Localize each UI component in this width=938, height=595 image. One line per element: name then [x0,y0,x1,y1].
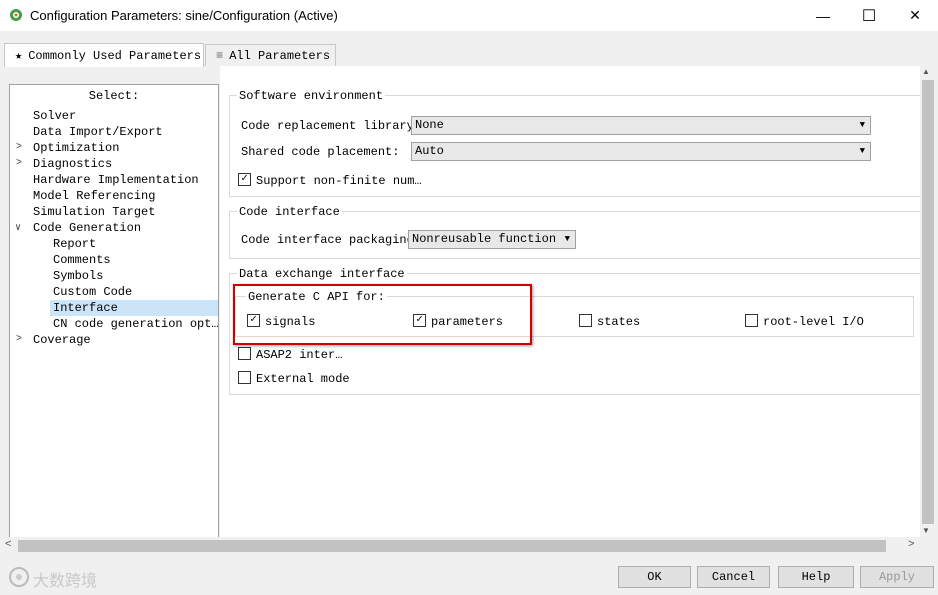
tree-item-hardware-implementation[interactable]: Hardware Implementation [33,172,199,188]
list-icon: ≡ [216,48,224,63]
cancel-button[interactable]: Cancel [697,566,770,588]
tree-item-report[interactable]: Report [53,236,96,252]
window-title: Configuration Parameters: sine/Configura… [30,8,338,23]
nonfinite-checkbox[interactable]: ✓ [238,173,251,186]
tab-label: All Parameters [229,48,331,63]
scroll-right-icon[interactable]: > [908,538,914,550]
tree-item-code-generation[interactable]: Code Generation [33,220,141,236]
asap2-label: ASAP2 inter… [256,348,343,362]
tree-item-custom-code[interactable]: Custom Code [53,284,132,300]
close-button[interactable]: ✕ [892,0,938,31]
chevron-right-icon[interactable]: > [16,142,22,153]
scroll-down-icon[interactable]: ▼ [922,526,930,535]
tree-item-cn-code-generation[interactable]: CN code generation opt… [53,316,219,332]
vertical-scroll-thumb[interactable] [922,80,934,524]
group-border [229,211,230,258]
horizontal-scroll-thumb[interactable] [18,540,886,552]
code-replacement-select[interactable]: None ▼ [411,116,871,135]
tree-item-interface[interactable]: Interface [50,300,218,316]
tab-all-parameters[interactable]: ≡ All Parameters [205,44,336,66]
tree-item-coverage[interactable]: Coverage [33,332,91,348]
shared-code-select[interactable]: Auto ▼ [411,142,871,161]
group-border [229,258,920,259]
title-bar: Configuration Parameters: sine/Configura… [0,0,938,31]
ok-button[interactable]: OK [618,566,691,588]
scroll-left-icon[interactable]: < [5,538,11,550]
packaging-value: Nonreusable function [412,232,557,246]
subgroup-border [913,296,914,336]
shared-code-value: Auto [415,144,444,158]
dropdown-arrow-icon: ▼ [859,120,865,130]
external-mode-label: External mode [256,372,350,386]
chevron-down-icon[interactable]: ∨ [15,222,21,234]
maximize-button[interactable]: ☐ [846,0,892,31]
code-replacement-value: None [415,118,444,132]
shared-code-label: Shared code placement: [241,145,400,159]
data-exchange-legend: Data exchange interface [237,267,407,281]
root-io-checkbox[interactable] [745,314,758,327]
tree-item-comments[interactable]: Comments [53,252,111,268]
states-label: states [597,315,641,329]
minimize-button[interactable]: — [800,0,846,31]
group-border [229,95,230,196]
chevron-right-icon[interactable]: > [16,334,22,345]
group-border [229,273,230,394]
tree-panel: Select: Solver Data Import/Export > Opti… [9,84,219,540]
highlight-box [233,284,532,345]
software-environment-legend: Software environment [237,89,386,103]
scroll-up-icon[interactable]: ▲ [922,67,930,76]
states-checkbox[interactable] [579,314,592,327]
external-mode-checkbox[interactable] [238,371,251,384]
packaging-label: Code interface packaging: [241,233,422,247]
asap2-checkbox[interactable] [238,347,251,360]
tab-commonly-used[interactable]: ★ Commonly Used Parameters [4,43,204,67]
root-io-label: root-level I/O [763,315,864,329]
tree-item-simulation-target[interactable]: Simulation Target [33,204,155,220]
code-interface-legend: Code interface [237,205,342,219]
group-border [229,394,920,395]
chevron-right-icon[interactable]: > [16,158,22,169]
code-replacement-label: Code replacement library: [241,119,422,133]
app-icon [10,9,22,21]
help-button[interactable]: Help [778,566,854,588]
tree-item-optimization[interactable]: Optimization [33,140,119,156]
tree-item-symbols[interactable]: Symbols [53,268,103,284]
group-border [229,196,920,197]
tree-header: Select: [88,89,140,103]
watermark-text: 大数跨境 [33,571,98,590]
watermark-logo-icon [9,567,29,587]
nonfinite-label: Support non-finite num… [256,174,422,188]
tree-item-solver[interactable]: Solver [33,108,76,124]
star-icon: ★ [15,49,23,63]
tree-item-data-import-export[interactable]: Data Import/Export [33,124,163,140]
packaging-select[interactable]: Nonreusable function ▼ [408,230,576,249]
tree-item-diagnostics[interactable]: Diagnostics [33,156,112,172]
dropdown-arrow-icon: ▼ [859,146,865,156]
tree-item-model-referencing[interactable]: Model Referencing [33,188,155,204]
tab-label: Commonly Used Parameters [28,48,202,63]
dropdown-arrow-icon: ▼ [564,234,570,244]
apply-button[interactable]: Apply [860,566,934,588]
